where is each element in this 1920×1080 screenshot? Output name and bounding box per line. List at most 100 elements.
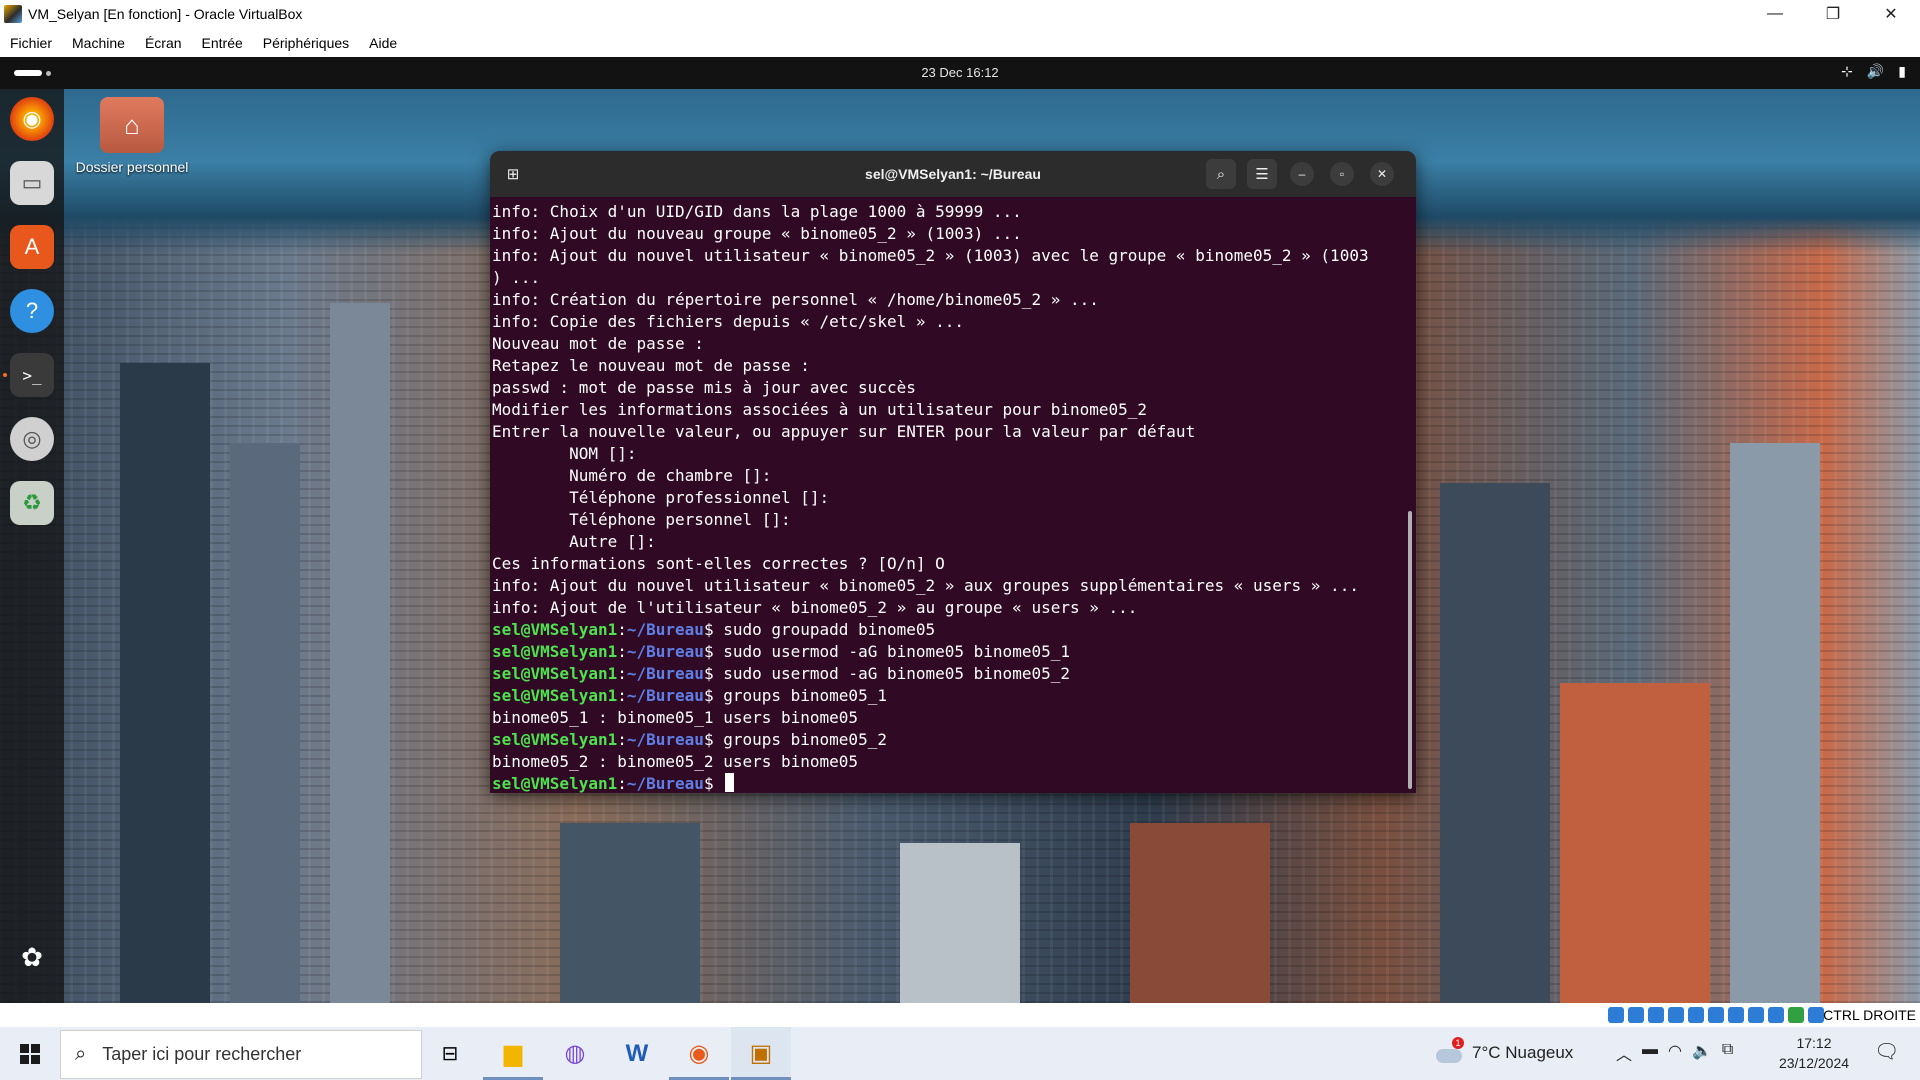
battery-icon[interactable]: ▬: [1642, 1041, 1658, 1065]
prompt-separator: :: [617, 686, 627, 705]
prompt-path: ~/Bureau: [626, 642, 704, 661]
terminal-output-line: Nouveau mot de passe :: [492, 334, 704, 353]
prompt-command: sudo groupadd binome05: [723, 620, 936, 639]
terminal-prompt-line: sel@VMSelyan1:~/Bureau$: [492, 773, 1402, 793]
cloud-icon: 1: [1436, 1037, 1464, 1063]
taskbar-search[interactable]: ⌕: [60, 1030, 422, 1079]
minimize-button[interactable]: —: [1746, 0, 1804, 28]
terminal-output-line: passwd : mot de passe mis à jour avec su…: [492, 378, 916, 397]
mouse-integration-icon[interactable]: [1788, 1007, 1804, 1023]
terminal-output-line: Retapez le nouveau mot de passe :: [492, 356, 810, 375]
prompt-command: groups binome05_1: [723, 686, 887, 705]
prompt-command: groups binome05_2: [723, 730, 887, 749]
prompt-user: sel@VMSelyan1: [492, 642, 618, 661]
home-folder-label: Dossier personnel: [75, 159, 189, 175]
window-title: VM_Selyan [En fonction] - Oracle Virtual…: [28, 6, 303, 22]
guest-system-tray[interactable]: ⊹ 🔊 ▮: [1841, 63, 1906, 80]
taskbar-time: 17:12: [1796, 1035, 1832, 1051]
copilot-icon[interactable]: ◍: [545, 1027, 605, 1080]
battery-icon[interactable]: ▮: [1898, 63, 1906, 80]
search-icon[interactable]: ⌕: [1206, 159, 1236, 189]
terminal-close-icon[interactable]: ✕: [1370, 162, 1394, 186]
terminal-prompt-line: sel@VMSelyan1:~/Bureau$ sudo usermod -aG…: [492, 641, 1402, 663]
cpu-icon[interactable]: [1768, 1007, 1784, 1023]
menu-entree[interactable]: Entrée: [192, 35, 253, 51]
terminal-output-line: info: Ajout de l'utilisateur « binome05_…: [492, 598, 1138, 617]
restore-button[interactable]: ❐: [1804, 0, 1862, 28]
shared-folders-icon[interactable]: [1708, 1007, 1724, 1023]
guest-clock[interactable]: 23 Dec 16:12: [0, 65, 1920, 80]
terminal-minimize-icon[interactable]: –: [1290, 162, 1314, 186]
hamburger-menu-icon[interactable]: ☰: [1247, 159, 1277, 189]
chevron-up-icon[interactable]: ︿: [1616, 1041, 1632, 1065]
app-center-icon[interactable]: A: [10, 225, 54, 269]
terminal-output-line: binome05_2 : binome05_2 users binome05: [492, 752, 859, 771]
network-adapter-icon[interactable]: [1668, 1007, 1684, 1023]
vm-display[interactable]: 23 Dec 16:12 ⊹ 🔊 ▮ ◉ ▭ A ? >_ ◎ ♻ ✿ ⌂ Do…: [0, 57, 1920, 1003]
terminal-scrollbar[interactable]: [1408, 511, 1412, 789]
files-icon[interactable]: ▭: [10, 161, 54, 205]
desktop-home-folder[interactable]: ⌂ Dossier personnel: [72, 97, 192, 175]
terminal-icon[interactable]: >_: [10, 353, 54, 397]
help-icon[interactable]: ?: [10, 289, 54, 333]
terminal-cursor: [725, 773, 735, 792]
virtualbox-statusbar: CTRL DROITE: [0, 1003, 1920, 1027]
prompt-user: sel@VMSelyan1: [492, 620, 618, 639]
virtualbox-menubar: Fichier Machine Écran Entrée Périphériqu…: [0, 28, 1920, 57]
weather-text: 7°C Nuageux: [1472, 1043, 1574, 1062]
disc-icon[interactable]: ◎: [10, 417, 54, 461]
display-icon[interactable]: [1728, 1007, 1744, 1023]
optical-drive-icon[interactable]: [1628, 1007, 1644, 1023]
word-icon[interactable]: W: [607, 1027, 667, 1080]
start-button[interactable]: [0, 1027, 60, 1080]
prompt-symbol: $: [703, 664, 724, 683]
virtualbox-app-icon: [4, 5, 22, 23]
firefox-taskbar-icon[interactable]: ◉: [669, 1027, 729, 1080]
keyboard-icon[interactable]: [1808, 1007, 1824, 1023]
prompt-symbol: $: [703, 620, 724, 639]
menu-machine[interactable]: Machine: [62, 35, 135, 51]
hdd-icon[interactable]: [1608, 1007, 1624, 1023]
menu-ecran[interactable]: Écran: [135, 35, 192, 51]
usb-icon[interactable]: [1688, 1007, 1704, 1023]
speaker-icon[interactable]: 🔈: [1692, 1041, 1712, 1065]
menu-peripheriques[interactable]: Périphériques: [253, 35, 359, 51]
volume-icon[interactable]: 🔊: [1867, 63, 1884, 80]
windows-taskbar: ⌕ ⊟ ▆ ◍ W ◉ ▣ 1 7°C Nuageux ︿ ▬ ◠ 🔈 ⧉ 17…: [0, 1027, 1920, 1080]
audio-icon[interactable]: [1648, 1007, 1664, 1023]
firefox-icon[interactable]: ◉: [10, 97, 54, 141]
terminal-output-line: Téléphone personnel []:: [492, 510, 791, 529]
notification-center-icon[interactable]: 🗨: [1874, 1039, 1899, 1064]
weather-widget[interactable]: 1 7°C Nuageux: [1436, 1037, 1574, 1063]
terminal-window[interactable]: ⊞ sel@VMSelyan1: ~/Bureau ⌕ ☰ – ▫ ✕ info…: [490, 151, 1416, 793]
trash-icon[interactable]: ♻: [10, 481, 54, 525]
taskbar-date: 23/12/2024: [1778, 1055, 1850, 1071]
virtualbox-titlebar: VM_Selyan [En fonction] - Oracle Virtual…: [0, 0, 1920, 28]
taskbar-clock[interactable]: 17:12 23/12/2024: [1764, 1033, 1864, 1073]
terminal-output-line: binome05_1 : binome05_1 users binome05: [492, 708, 859, 727]
terminal-output-line: Téléphone professionnel []:: [492, 488, 830, 507]
terminal-output-line: info: Copie des fichiers depuis « /etc/s…: [492, 312, 965, 331]
menu-aide[interactable]: Aide: [359, 35, 407, 51]
terminal-headerbar[interactable]: ⊞ sel@VMSelyan1: ~/Bureau ⌕ ☰ – ▫ ✕: [490, 151, 1416, 197]
recording-icon[interactable]: [1748, 1007, 1764, 1023]
show-apps-icon[interactable]: ✿: [10, 935, 54, 979]
search-input[interactable]: [100, 1043, 385, 1066]
terminal-maximize-icon[interactable]: ▫: [1330, 162, 1354, 186]
prompt-user: sel@VMSelyan1: [492, 664, 618, 683]
task-view-icon[interactable]: ⊟: [420, 1027, 480, 1080]
network-icon[interactable]: ⊹: [1841, 63, 1853, 80]
close-button[interactable]: ✕: [1862, 0, 1920, 28]
prompt-path: ~/Bureau: [626, 774, 704, 793]
wifi-icon[interactable]: ◠: [1668, 1041, 1682, 1065]
file-explorer-icon[interactable]: ▆: [483, 1027, 543, 1080]
virtualbox-taskbar-icon[interactable]: ▣: [731, 1027, 791, 1080]
prompt-symbol: $: [703, 686, 724, 705]
terminal-output-line: Ces informations sont-elles correctes ? …: [492, 554, 945, 573]
terminal-output[interactable]: info: Choix d'un UID/GID dans la plage 1…: [492, 201, 1402, 793]
active-app-indicator: [3, 373, 7, 377]
terminal-output-line: Numéro de chambre []:: [492, 466, 772, 485]
prompt-user: sel@VMSelyan1: [492, 774, 618, 793]
meet-now-icon[interactable]: ⧉: [1722, 1041, 1733, 1065]
menu-fichier[interactable]: Fichier: [0, 35, 62, 51]
